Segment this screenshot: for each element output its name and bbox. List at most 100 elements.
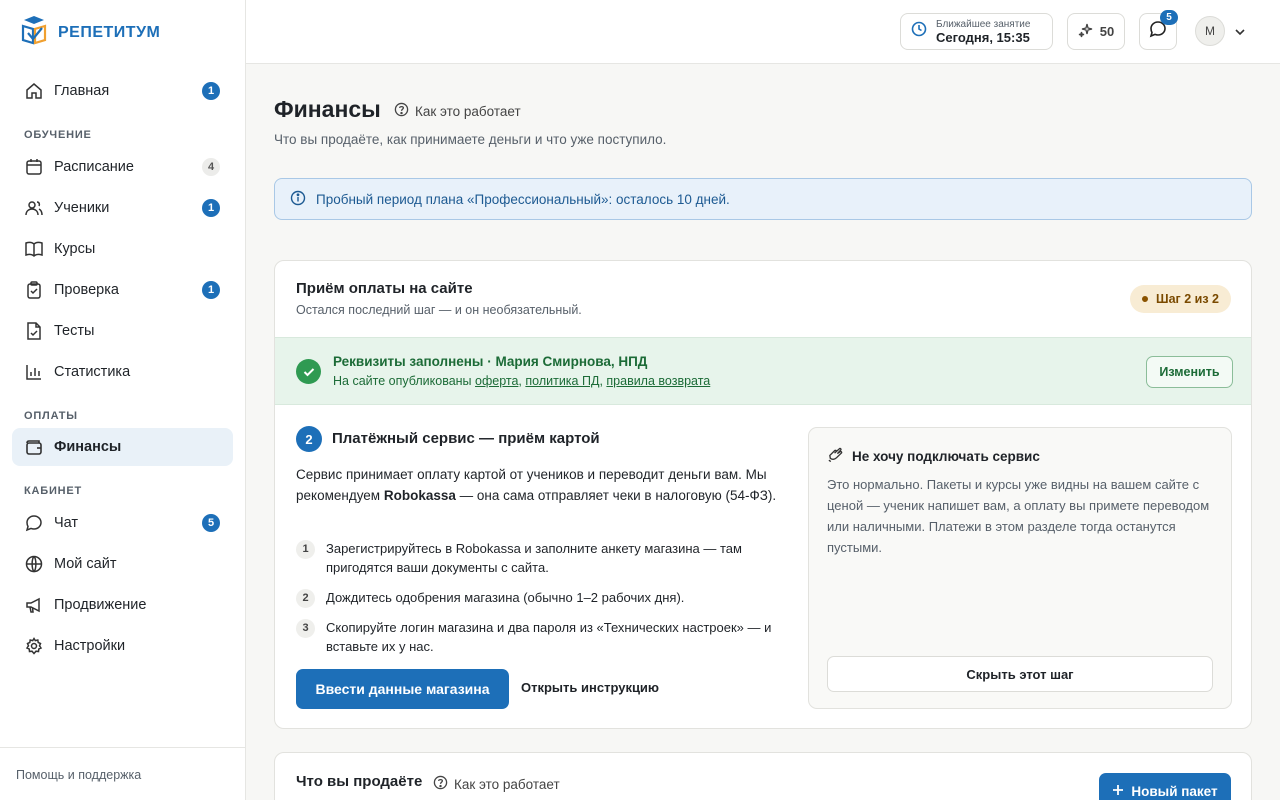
hand-icon: [827, 446, 844, 466]
list-item-number: 2: [296, 589, 315, 608]
points-value: 50: [1099, 24, 1115, 39]
skip-service-panel: Не хочу подключать сервис Это нормально.…: [808, 427, 1232, 709]
list-item: 2 Дождитесь одобрения магазина (обычно 1…: [296, 588, 796, 608]
sidebar-item-chat[interactable]: Чат 5: [12, 504, 233, 542]
wallet-icon: [24, 437, 44, 457]
sidebar-item-label: Мой сайт: [54, 556, 117, 572]
sidebar-item-courses[interactable]: Курсы: [12, 230, 233, 268]
logo[interactable]: РЕПЕТИТУМ: [20, 14, 160, 51]
how-it-works-link[interactable]: Как это работает: [394, 102, 521, 120]
schedule-badge: 4: [202, 158, 220, 176]
how-it-works-label: Как это работает: [454, 776, 560, 792]
privacy-policy-link[interactable]: политика ПД: [525, 374, 599, 388]
next-lesson-widget[interactable]: Ближайшее занятие Сегодня, 15:35: [900, 13, 1053, 50]
sell-card: Что вы продаёте Как это работает Новый п…: [274, 752, 1252, 800]
requisites-prefix: На сайте опубликованы: [333, 374, 476, 388]
card-title: Приём оплаты на сайте: [296, 280, 473, 297]
avatar[interactable]: М: [1195, 16, 1225, 46]
sidebar-item-label: Чат: [54, 515, 79, 531]
calendar-icon: [24, 157, 44, 177]
next-lesson-label: Ближайшее занятие: [936, 18, 1031, 30]
plus-icon: [1112, 784, 1124, 799]
brand-name: РЕПЕТИТУМ: [58, 23, 161, 41]
refund-rules-link[interactable]: правила возврата: [606, 374, 710, 388]
logo-icon: [20, 14, 48, 51]
bar-chart-icon: [24, 362, 44, 382]
home-badge: 1: [202, 82, 220, 100]
sidebar-item-promo[interactable]: Продвижение: [12, 586, 233, 624]
sell-how-it-works-link[interactable]: Как это работает: [433, 775, 560, 793]
list-item-number: 1: [296, 540, 315, 559]
sidebar-item-label: Статистика: [54, 364, 131, 380]
sidebar-item-label: Финансы: [54, 439, 122, 455]
robokassa-name: Robokassa: [383, 488, 456, 503]
messages-count-badge: 5: [1160, 10, 1178, 25]
info-icon: [290, 190, 306, 209]
trial-notice: Пробный период плана «Профессиональный»:…: [274, 178, 1252, 220]
page-subtitle: Что вы продаёте, как принимаете деньги и…: [274, 132, 667, 147]
check-icon: [296, 359, 321, 384]
book-icon: [24, 239, 44, 259]
sidebar-item-finance[interactable]: Финансы: [12, 428, 233, 466]
top-header: Ближайшее занятие Сегодня, 15:35 50 5 М: [246, 0, 1280, 64]
sidebar-item-schedule[interactable]: Расписание 4: [12, 148, 233, 186]
chevron-down-icon[interactable]: [1234, 25, 1246, 43]
chat-badge: 5: [202, 514, 220, 532]
new-package-label: Новый пакет: [1131, 783, 1218, 799]
points-button[interactable]: 50: [1067, 13, 1125, 50]
help-circle-icon: [433, 775, 448, 793]
payment-setup-card: Приём оплаты на сайте Остался последний …: [274, 260, 1252, 729]
status-dot: [1142, 296, 1149, 302]
chat-icon: [24, 513, 44, 533]
sparkles-icon: [1078, 22, 1094, 41]
sidebar-item-home[interactable]: Главная 1: [12, 72, 233, 110]
home-icon: [24, 81, 44, 101]
gear-icon: [24, 636, 44, 656]
step-number-badge: 2: [296, 426, 322, 452]
trial-notice-text: Пробный период плана «Профессиональный»:…: [316, 191, 730, 207]
sidebar-item-site[interactable]: Мой сайт: [12, 545, 233, 583]
requisites-text: На сайте опубликованы оферта, политика П…: [333, 374, 710, 388]
globe-icon: [24, 554, 44, 574]
list-item: 3 Скопируйте логин магазина и два пароля…: [296, 618, 796, 656]
requisites-banner: Реквизиты заполнены · Мария Смирнова, НП…: [275, 337, 1251, 405]
sidebar-item-settings[interactable]: Настройки: [12, 627, 233, 665]
open-instructions-link[interactable]: Открыть инструкцию: [521, 680, 659, 695]
enter-store-data-button[interactable]: Ввести данные магазина: [296, 669, 509, 709]
step-title: Платёжный сервис — приём картой: [332, 430, 600, 447]
sidebar: РЕПЕТИТУМ Главная 1 ОБУЧЕНИЕ Расписание …: [0, 0, 246, 800]
page-title: Финансы: [274, 96, 381, 122]
new-package-button[interactable]: Новый пакет: [1099, 773, 1231, 800]
step-description: Сервис принимает оплату картой от ученик…: [296, 464, 791, 506]
students-badge: 1: [202, 199, 220, 217]
sidebar-item-label: Тесты: [54, 323, 95, 339]
section-learning: ОБУЧЕНИЕ: [24, 129, 92, 141]
edit-requisites-button[interactable]: Изменить: [1146, 356, 1233, 388]
hide-step-button[interactable]: Скрыть этот шаг: [827, 656, 1213, 692]
users-icon: [24, 198, 44, 218]
review-badge: 1: [202, 281, 220, 299]
step-status-badge: Шаг 2 из 2: [1130, 285, 1231, 313]
megaphone-icon: [24, 595, 44, 615]
card-subtitle: Остался последний шаг — и он необязатель…: [296, 303, 582, 317]
sidebar-item-label: Расписание: [54, 159, 134, 175]
clock-icon: [911, 21, 927, 42]
list-item-text: Скопируйте логин магазина и два пароля и…: [326, 620, 772, 654]
skip-panel-text: Это нормально. Пакеты и курсы уже видны …: [827, 477, 1210, 555]
help-link[interactable]: Помощь и поддержка: [0, 747, 245, 800]
sidebar-item-label: Ученики: [54, 200, 110, 216]
sell-card-title: Что вы продаёте: [296, 773, 423, 790]
requisites-title: Реквизиты заполнены · Мария Смирнова, НП…: [333, 354, 648, 369]
list-item-text: Зарегистрируйтесь в Robokassa и заполнит…: [326, 541, 742, 575]
list-item-text: Дождитесь одобрения магазина (обычно 1–2…: [326, 590, 685, 605]
clipboard-check-icon: [24, 280, 44, 300]
sidebar-item-stats[interactable]: Статистика: [12, 353, 233, 391]
step-status-label: Шаг 2 из 2: [1156, 292, 1219, 306]
offer-link[interactable]: оферта: [475, 374, 518, 388]
sidebar-item-label: Настройки: [54, 638, 126, 654]
sidebar-item-label: Проверка: [54, 282, 119, 298]
sidebar-item-tests[interactable]: Тесты: [12, 312, 233, 350]
sidebar-item-students[interactable]: Ученики 1: [12, 189, 233, 227]
next-lesson-time: Сегодня, 15:35: [936, 29, 1030, 45]
sidebar-item-review[interactable]: Проверка 1: [12, 271, 233, 309]
